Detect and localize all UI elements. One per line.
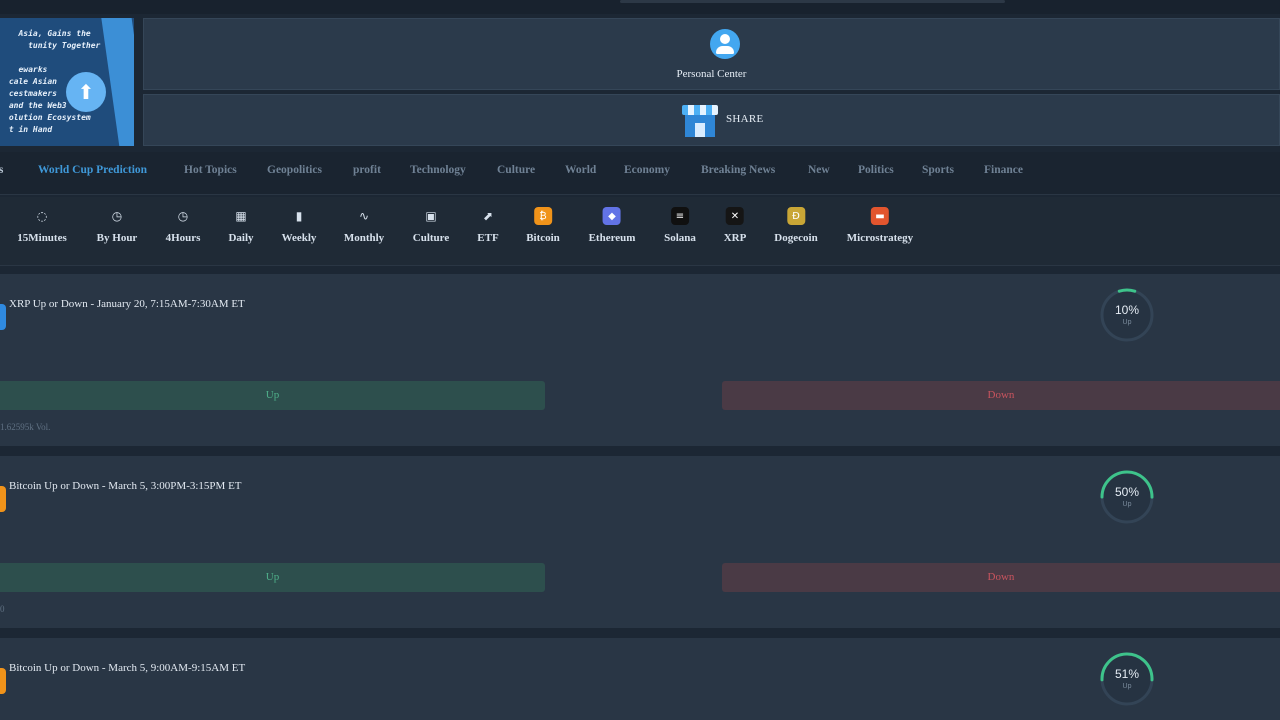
buy-down-button[interactable]: Down — [722, 563, 1280, 592]
gauge-percent: 51% — [1114, 667, 1140, 681]
tab-economy[interactable]: Economy — [624, 164, 670, 176]
personal-center-button[interactable]: Personal Center — [143, 18, 1280, 90]
volume-text: 0 — [0, 604, 5, 614]
coin-icon — [0, 486, 6, 512]
top-strip — [0, 0, 1280, 14]
dashed-clock-icon: ◌ — [36, 209, 48, 223]
category-label: 4Hours — [165, 232, 201, 244]
xrp-icon: ✕ — [725, 207, 744, 225]
pulse-icon: ∿ — [358, 209, 370, 223]
banner-line: t in Hand — [4, 125, 53, 134]
coin-icon — [0, 304, 6, 330]
category-label: Microstrategy — [846, 232, 914, 244]
banner-line: Asia, Gains the — [4, 29, 91, 38]
coin-icon — [0, 668, 6, 694]
bitcoin-icon: ₿ — [534, 207, 552, 225]
category-culture[interactable]: ▣ Culture — [413, 207, 449, 244]
tab-ets[interactable]: ets — [0, 164, 3, 176]
category-weekly[interactable]: ▮ Weekly — [282, 207, 317, 244]
category-dogecoin[interactable]: Ð Dogecoin — [774, 207, 818, 244]
topic-tabs: ets World Cup Prediction Hot Topics Geopoli… — [0, 152, 1280, 195]
tab-breaking-news[interactable]: Breaking News — [701, 164, 775, 176]
probability-gauge: 50% Up — [1098, 468, 1156, 526]
solana-icon: ≡ — [670, 207, 689, 225]
gauge-sub-label: Up — [1122, 319, 1132, 326]
category-by hour[interactable]: ◷ By Hour — [97, 207, 138, 244]
probability-gauge: 10% Up — [1098, 286, 1156, 344]
buy-up-button[interactable]: Up — [0, 381, 545, 410]
category-4hours[interactable]: ◷ 4Hours — [166, 207, 201, 244]
tab-profit[interactable]: profit — [353, 164, 381, 176]
category-ethereum[interactable]: ◆ Ethereum — [588, 207, 636, 244]
category-label: Daily — [228, 232, 254, 244]
tab-new[interactable]: New — [808, 164, 830, 176]
gauge-sub-label: Up — [1122, 501, 1132, 508]
promo-banner[interactable]: Asia, Gains the tunity Together ewarks c… — [0, 18, 134, 146]
trend-icon: ⬈ — [482, 209, 494, 223]
banner-stripe — [100, 18, 134, 146]
banner-line: tunity Together — [4, 41, 101, 50]
category-label: XRP — [723, 232, 747, 244]
clock-icon: ◷ — [111, 209, 123, 223]
category-label: ETF — [477, 232, 499, 244]
gauge-percent: 10% — [1114, 303, 1140, 317]
tab-geopolitics[interactable]: Geopolitics — [267, 164, 322, 176]
category-label: Monthly — [343, 232, 385, 244]
microstrategy-icon: ▬ — [870, 207, 889, 225]
category-label: Culture — [412, 232, 450, 244]
market-title[interactable]: Bitcoin Up or Down - March 5, 3:00PM-3:1… — [9, 480, 242, 492]
market-title[interactable]: Bitcoin Up or Down - March 5, 9:00AM-9:1… — [9, 662, 245, 674]
bar-chart-icon: ▮ — [295, 209, 303, 223]
category-etf[interactable]: ⬈ ETF — [477, 207, 498, 244]
buy-down-button[interactable]: Down — [722, 381, 1280, 410]
category-label: Weekly — [281, 232, 317, 244]
category-label: 15Minutes — [17, 232, 67, 244]
tab-culture[interactable]: Culture — [497, 164, 535, 176]
category-microstrategy[interactable]: ▬ Microstrategy — [847, 207, 913, 244]
tab-hot-topics[interactable]: Hot Topics — [184, 164, 237, 176]
probability-gauge: 51% Up — [1098, 650, 1156, 708]
banner-logo-icon: ⬆ — [66, 72, 106, 112]
tab-world-cup-prediction[interactable]: World Cup Prediction — [38, 164, 147, 176]
volume-text: 1.62595k Vol. — [0, 422, 51, 432]
tab-politics[interactable]: Politics — [858, 164, 894, 176]
dogecoin-icon: Ð — [786, 207, 805, 225]
top-search-bar[interactable] — [620, 0, 1005, 3]
tab-world[interactable]: World — [565, 164, 596, 176]
market-title[interactable]: XRP Up or Down - January 20, 7:15AM-7:30… — [9, 298, 245, 310]
banner-line — [4, 52, 100, 64]
category-label: By Hour — [96, 232, 138, 244]
personal-center-label: Personal Center — [676, 68, 747, 80]
tab-finance[interactable]: Finance — [984, 164, 1023, 176]
share-button[interactable]: SHARE — [143, 94, 1280, 146]
gauge-percent: 50% — [1114, 485, 1140, 499]
market-card[interactable]: Bitcoin Up or Down - March 5, 3:00PM-3:1… — [0, 456, 1280, 628]
clock-icon: ◷ — [177, 209, 189, 223]
share-label: SHARE — [726, 113, 764, 125]
category-monthly[interactable]: ∿ Monthly — [344, 207, 384, 244]
category-label: Dogecoin — [774, 232, 818, 244]
store-icon — [682, 105, 718, 137]
ethereum-icon: ◆ — [602, 207, 621, 225]
category-daily[interactable]: ▦ Daily — [228, 207, 253, 244]
category-label: Bitcoin — [526, 232, 560, 244]
category-xrp[interactable]: ✕ XRP — [723, 207, 747, 244]
calendar-icon: ▦ — [235, 209, 247, 223]
buy-up-button[interactable]: Up — [0, 563, 545, 592]
category-label: Solana — [664, 232, 696, 244]
category-filter-bar: ◌ 15Minutes ◷ By Hour ◷ 4Hours ▦ Daily ▮ Weekly ∿ M… — [0, 197, 1280, 266]
banner-line: olution Ecosystem — [4, 113, 91, 122]
tab-sports[interactable]: Sports — [922, 164, 954, 176]
user-avatar-icon — [710, 29, 740, 59]
category-bitcoin[interactable]: ₿ Bitcoin — [526, 207, 560, 244]
image-icon: ▣ — [425, 209, 437, 223]
category-label: Ethereum — [588, 232, 636, 244]
category-solana[interactable]: ≡ Solana — [664, 207, 696, 244]
tab-technology[interactable]: Technology — [410, 164, 466, 176]
market-card[interactable]: Bitcoin Up or Down - March 5, 9:00AM-9:1… — [0, 638, 1280, 720]
category-15minutes[interactable]: ◌ 15Minutes — [17, 207, 67, 244]
gauge-sub-label: Up — [1122, 683, 1132, 690]
market-card[interactable]: XRP Up or Down - January 20, 7:15AM-7:30… — [0, 274, 1280, 446]
